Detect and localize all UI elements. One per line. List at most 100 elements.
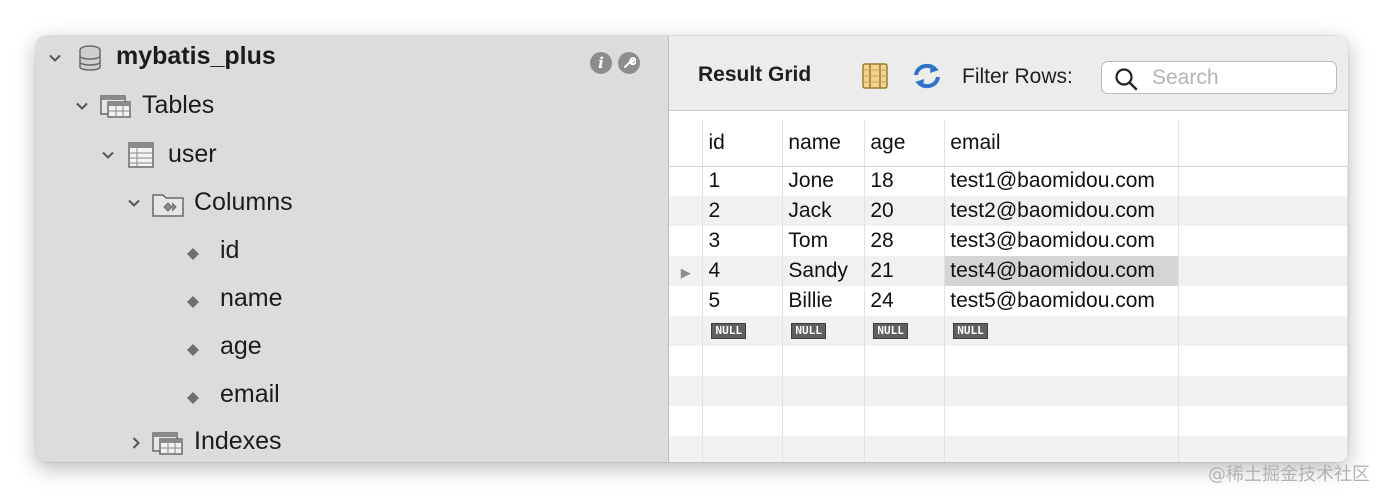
result-grid-panel: Result Grid Filter Rows: Search id name … — [669, 36, 1348, 462]
table-row[interactable]: 3 Tom 28 test3@baomidou.com — [669, 226, 1348, 256]
chevron-down-icon[interactable] — [48, 51, 62, 65]
table-row-new[interactable]: NULL NULL NULL NULL — [669, 316, 1348, 346]
row-gutter — [669, 346, 704, 376]
cell-id[interactable]: 3 — [702, 226, 784, 256]
cell-age[interactable]: 21 — [864, 256, 946, 286]
tree-node-column[interactable]: age — [36, 326, 668, 366]
tree-node-table-user[interactable]: user — [36, 134, 668, 174]
row-gutter-header — [669, 120, 704, 167]
null-badge: NULL — [873, 323, 908, 340]
row-gutter[interactable] — [669, 316, 704, 346]
column-diamond-icon — [186, 343, 200, 357]
cell-name[interactable]: Billie — [782, 286, 866, 316]
cell-filler — [1178, 166, 1348, 196]
null-badge: NULL — [711, 323, 746, 340]
null-badge: NULL — [953, 323, 988, 340]
column-label: email — [220, 380, 280, 408]
empty-row — [669, 406, 1348, 436]
table-row[interactable]: 1 Jone 18 test1@baomidou.com — [669, 166, 1348, 196]
column-label: id — [220, 236, 240, 264]
row-gutter[interactable] — [669, 166, 704, 196]
cell-id-null[interactable]: NULL — [702, 316, 784, 346]
cell-age[interactable]: 28 — [864, 226, 946, 256]
tree-node-column[interactable]: email — [36, 374, 668, 414]
cell-filler — [1178, 226, 1348, 256]
database-icon — [78, 45, 102, 73]
empty-cell — [864, 376, 946, 406]
empty-cell — [864, 406, 946, 436]
cell-name[interactable]: Jack — [782, 196, 866, 226]
filter-rows-label: Filter Rows: — [962, 65, 1073, 88]
schema-header-icons: i — [590, 52, 640, 74]
schema-navigator: mybatis_plus i Tables user Columns id na… — [36, 36, 669, 462]
column-header-age[interactable]: age — [864, 120, 946, 167]
cell-email[interactable]: test3@baomidou.com — [944, 226, 1180, 256]
row-gutter — [669, 436, 704, 462]
cell-email[interactable]: test5@baomidou.com — [944, 286, 1180, 316]
form-editor-icon[interactable] — [861, 62, 889, 95]
empty-cell — [944, 346, 1180, 376]
tree-node-columns[interactable]: Columns — [36, 182, 668, 222]
refresh-icon[interactable] — [911, 62, 943, 95]
chevron-down-icon[interactable] — [101, 148, 115, 162]
watermark: @稀土掘金技术社区 — [1208, 464, 1370, 485]
cell-age[interactable]: 24 — [864, 286, 946, 316]
tree-node-column[interactable]: name — [36, 278, 668, 318]
indexes-label: Indexes — [194, 427, 282, 455]
empty-cell — [782, 436, 866, 462]
cell-age-null[interactable]: NULL — [864, 316, 946, 346]
tree-node-column[interactable]: id — [36, 230, 668, 270]
table-row-current[interactable]: ▶ 4 Sandy 21 test4@baomidou.com — [669, 256, 1348, 286]
column-header-email[interactable]: email — [944, 120, 1180, 167]
cell-id[interactable]: 4 — [702, 256, 784, 286]
row-gutter[interactable] — [669, 196, 704, 226]
table-name: user — [168, 140, 217, 168]
empty-cell — [702, 346, 784, 376]
search-box[interactable] — [1101, 61, 1337, 94]
cell-email[interactable]: test1@baomidou.com — [944, 166, 1180, 196]
search-icon — [1114, 67, 1138, 96]
empty-cell — [864, 436, 946, 462]
cell-name-null[interactable]: NULL — [782, 316, 866, 346]
cell-email[interactable]: test2@baomidou.com — [944, 196, 1180, 226]
cell-id[interactable]: 2 — [702, 196, 784, 226]
cell-email-selected[interactable]: test4@baomidou.com — [944, 256, 1180, 286]
cell-filler — [1178, 316, 1348, 346]
cell-filler — [1178, 286, 1348, 316]
cell-email-null[interactable]: NULL — [944, 316, 1180, 346]
empty-cell — [702, 436, 784, 462]
wrench-icon[interactable] — [618, 52, 640, 74]
column-header-id[interactable]: id — [702, 120, 784, 167]
cell-id[interactable]: 1 — [702, 166, 784, 196]
table-row[interactable]: 5 Billie 24 test5@baomidou.com — [669, 286, 1348, 316]
empty-cell — [864, 346, 946, 376]
column-header-filler — [1178, 120, 1348, 167]
tree-node-indexes[interactable]: Indexes — [36, 422, 668, 462]
tree-node-schema[interactable]: mybatis_plus — [36, 38, 668, 78]
chevron-down-icon[interactable] — [127, 196, 141, 210]
result-grid-title: Result Grid — [698, 63, 812, 86]
cell-age[interactable]: 18 — [864, 166, 946, 196]
cell-filler — [1178, 196, 1348, 226]
tree-node-tables[interactable]: Tables — [36, 86, 668, 126]
grid-header-row: id name age email — [669, 120, 1348, 167]
chevron-down-icon[interactable] — [75, 99, 89, 113]
cell-id[interactable]: 5 — [702, 286, 784, 316]
row-gutter[interactable] — [669, 286, 704, 316]
cell-name[interactable]: Sandy — [782, 256, 866, 286]
info-icon[interactable]: i — [590, 52, 612, 74]
indexes-folder-icon — [152, 430, 184, 456]
cell-age[interactable]: 20 — [864, 196, 946, 226]
columns-label: Columns — [194, 188, 293, 216]
table-row[interactable]: 2 Jack 20 test2@baomidou.com — [669, 196, 1348, 226]
search-input[interactable] — [1152, 64, 1328, 91]
column-header-name[interactable]: name — [782, 120, 866, 167]
empty-cell — [944, 376, 1180, 406]
row-gutter[interactable]: ▶ — [669, 256, 704, 286]
cell-name[interactable]: Tom — [782, 226, 866, 256]
result-grid-toolbar: Result Grid Filter Rows: — [669, 36, 1348, 111]
row-gutter[interactable] — [669, 226, 704, 256]
cell-name[interactable]: Jone — [782, 166, 866, 196]
empty-cell — [782, 406, 866, 436]
chevron-right-icon[interactable] — [129, 436, 143, 450]
